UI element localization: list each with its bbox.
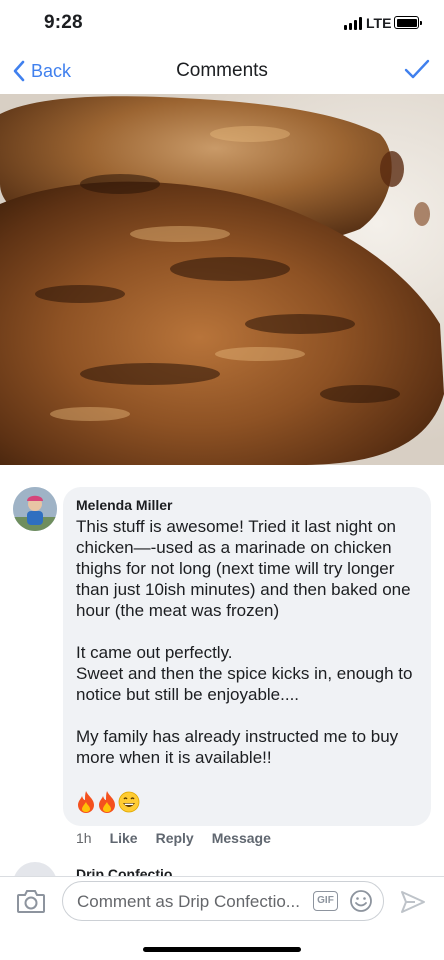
grilled-chicken-photo: [0, 94, 444, 465]
fire-emoji: [97, 790, 117, 819]
smiley-icon[interactable]: [349, 889, 373, 913]
comment-timestamp: 1h: [76, 830, 92, 846]
signal-bars-icon: [344, 17, 364, 30]
comment-composer: Comment as Drip Confectio... GIF: [0, 876, 444, 960]
comment-actions: 1h Like Reply Message: [76, 829, 289, 847]
like-button[interactable]: Like: [110, 830, 138, 846]
next-comment-author[interactable]: Drip Confectio: [76, 866, 172, 876]
message-button[interactable]: Message: [212, 830, 271, 846]
comment-input[interactable]: Comment as Drip Confectio... GIF: [62, 881, 384, 921]
nav-bar: Back Comments: [0, 46, 444, 94]
avatar[interactable]: [13, 487, 57, 531]
comment-author[interactable]: Melenda Miller: [76, 497, 418, 514]
status-bar: 9:28 LTE: [0, 0, 444, 46]
battery-icon: [394, 16, 422, 29]
reply-button[interactable]: Reply: [156, 830, 194, 846]
send-icon[interactable]: [400, 890, 426, 914]
checkmark-icon[interactable]: [404, 59, 430, 81]
camera-icon[interactable]: [16, 888, 46, 914]
grinning-emoji: [118, 791, 140, 818]
comment-emojis: [76, 790, 140, 819]
gif-icon[interactable]: GIF: [313, 891, 338, 911]
page-title: Comments: [176, 60, 268, 81]
status-time: 9:28: [44, 12, 83, 33]
network-label: LTE: [366, 15, 392, 31]
comment-bubble: Melenda Miller This stuff is awesome! Tr…: [63, 487, 431, 826]
comment-input-placeholder: Comment as Drip Confectio...: [77, 892, 300, 911]
fire-emoji: [76, 790, 96, 819]
next-comment-avatar[interactable]: [13, 862, 57, 876]
comment-text: This stuff is awesome! Tried it last nig…: [76, 517, 413, 767]
home-indicator[interactable]: [143, 947, 301, 952]
